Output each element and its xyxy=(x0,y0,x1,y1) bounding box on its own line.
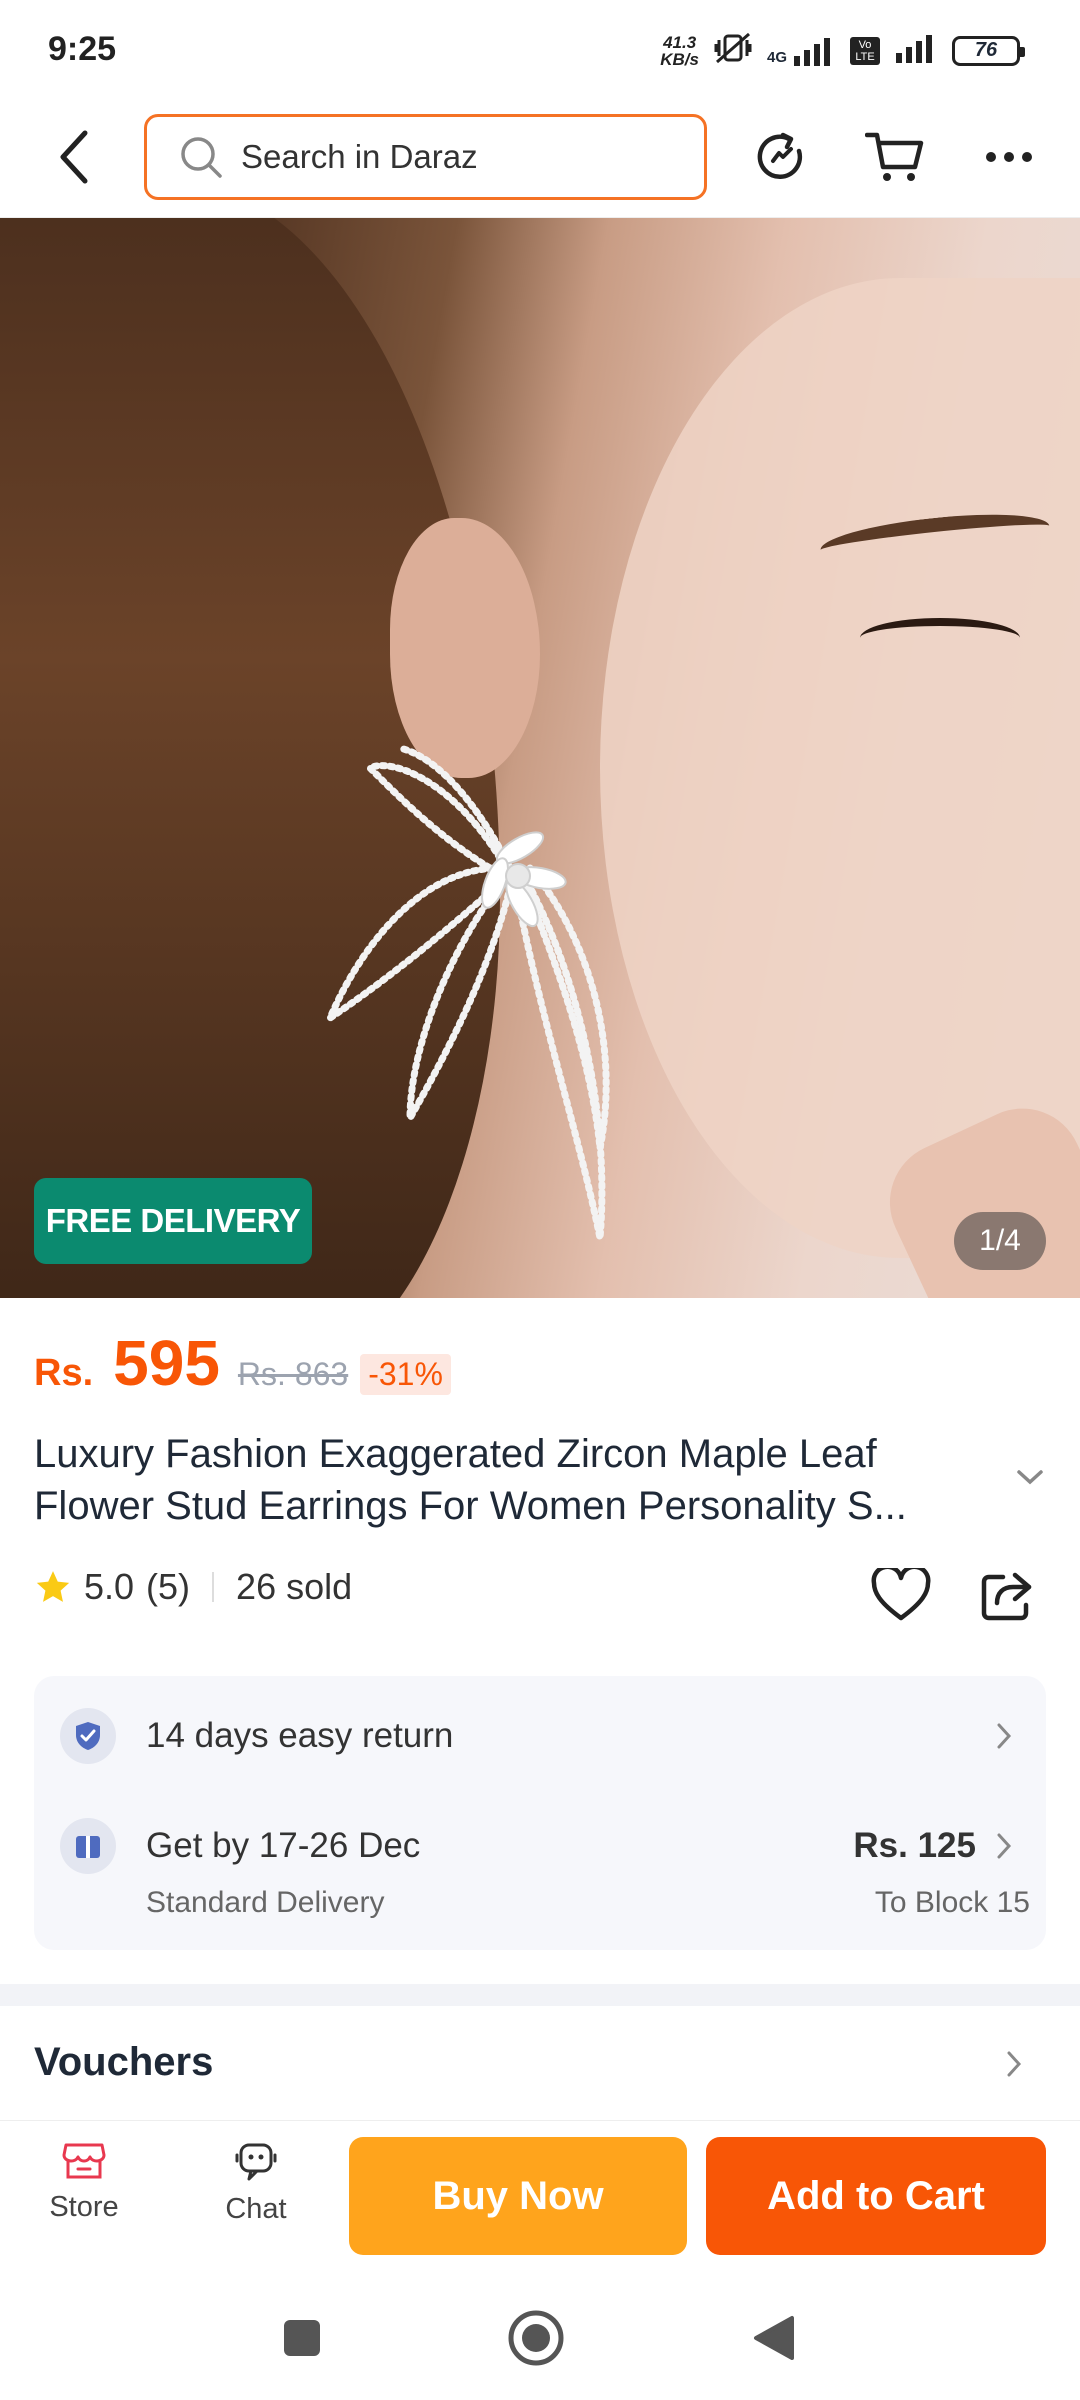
shield-check-icon xyxy=(60,1708,116,1764)
chevron-right-icon xyxy=(996,1832,1012,1865)
heart-icon xyxy=(871,1568,931,1621)
cart-icon xyxy=(865,132,924,181)
image-counter: 1/4 xyxy=(954,1212,1046,1270)
back-nav-button[interactable] xyxy=(744,2308,804,2368)
rating-divider xyxy=(212,1572,215,1602)
delivery-date: Get by 17-26 Dec xyxy=(146,1826,421,1865)
product-title[interactable]: Luxury Fashion Exaggerated Zircon Maple … xyxy=(34,1428,1014,1532)
signal-4g-icon: 4G xyxy=(767,36,836,66)
star-icon xyxy=(36,1571,70,1602)
chat-button[interactable]: Chat xyxy=(196,2141,316,2226)
discount-badge: -31% xyxy=(360,1354,451,1395)
vouchers-chevron-icon[interactable] xyxy=(1006,2050,1022,2083)
square-icon xyxy=(284,2320,320,2356)
signal-icon xyxy=(894,33,938,68)
product-title-line2: Flower Stud Earrings For Women Personali… xyxy=(34,1484,907,1528)
delivery-type: Standard Delivery xyxy=(146,1886,385,1919)
delivery-row[interactable]: Get by 17-26 Dec Standard Delivery Rs. 1… xyxy=(60,1818,1030,1928)
circle-icon xyxy=(508,2310,564,2366)
rating-value: 5.0 xyxy=(84,1566,135,1607)
more-icon xyxy=(986,152,1032,162)
status-time: 9:25 xyxy=(48,30,117,68)
store-label: Store xyxy=(49,2191,119,2223)
rating-row[interactable]: 5.0 (5) 26 sold xyxy=(34,1566,352,1608)
network-speed-value: 41.3 xyxy=(663,32,697,52)
home-button[interactable] xyxy=(506,2308,566,2368)
system-nav-bar xyxy=(0,2268,1080,2400)
battery-icon: 76 xyxy=(952,35,1025,66)
search-placeholder: Search in Daraz xyxy=(241,138,478,175)
recent-apps-button[interactable] xyxy=(272,2308,332,2368)
store-button[interactable]: Store xyxy=(24,2141,144,2224)
buy-now-button[interactable]: Buy Now xyxy=(349,2137,687,2255)
volte-icon: Vo LTE xyxy=(850,36,880,65)
delivery-box-icon xyxy=(60,1818,116,1874)
search-icon xyxy=(181,137,222,178)
return-policy-row[interactable]: 14 days easy return xyxy=(60,1708,1030,1768)
share-button[interactable] xyxy=(972,1560,1042,1630)
network-speed-unit: KB/s xyxy=(660,49,699,69)
chevron-down-icon xyxy=(1017,1470,1043,1485)
delivery-destination: To Block 15 xyxy=(874,1886,1030,1919)
refresh-icon xyxy=(757,132,803,180)
wishlist-button[interactable] xyxy=(866,1560,936,1630)
back-arrow-icon xyxy=(60,130,88,184)
status-bar: 9:25 41.3 KB/s 4G Vo LTE 76 xyxy=(0,0,1080,100)
delivery-fee: Rs. 125 xyxy=(853,1826,976,1865)
store-icon xyxy=(62,2143,106,2179)
service-info-card: 14 days easy return Get by 17-26 Dec Sta… xyxy=(34,1676,1046,1950)
vouchers-heading[interactable]: Vouchers xyxy=(34,2040,213,2085)
cart-button[interactable] xyxy=(858,120,932,194)
section-divider xyxy=(0,1984,1080,2006)
add-to-cart-button[interactable]: Add to Cart xyxy=(706,2137,1046,2255)
search-input[interactable]: Search in Daraz xyxy=(144,114,707,200)
more-options-button[interactable] xyxy=(972,120,1046,194)
product-image[interactable]: FREE DELIVERY 1/4 xyxy=(0,218,1080,1298)
network-speed: 41.3 KB/s xyxy=(660,34,699,68)
vibrate-off-icon xyxy=(713,30,753,71)
network-type-label: 4G xyxy=(766,48,787,66)
chevron-right-icon xyxy=(996,1722,1012,1755)
image-eye xyxy=(860,618,1020,658)
bottom-action-bar: Store Chat Buy Now Add to Cart xyxy=(0,2120,1080,2268)
sold-count: 26 sold xyxy=(236,1566,353,1607)
price-row: Rs. 595 Rs. 863 -31% xyxy=(34,1326,451,1400)
status-icons: 41.3 KB/s 4G Vo LTE 76 xyxy=(660,30,1025,71)
refresh-button[interactable] xyxy=(744,120,818,194)
price-value: 595 xyxy=(113,1327,220,1399)
chat-label: Chat xyxy=(225,2193,287,2225)
chat-icon xyxy=(235,2143,277,2181)
back-button[interactable] xyxy=(44,122,104,192)
top-nav: Search in Daraz xyxy=(0,100,1080,218)
price-currency: Rs. xyxy=(34,1352,94,1394)
original-price: Rs. 863 xyxy=(237,1356,349,1392)
earring-image xyxy=(322,744,610,1239)
triangle-back-icon xyxy=(754,2316,794,2360)
return-policy-text: 14 days easy return xyxy=(146,1716,454,1755)
share-icon xyxy=(981,1572,1032,1621)
rating-count: (5) xyxy=(146,1566,191,1607)
expand-title-button[interactable] xyxy=(1016,1468,1044,1491)
product-title-line1: Luxury Fashion Exaggerated Zircon Maple … xyxy=(34,1432,877,1476)
free-delivery-badge: FREE DELIVERY xyxy=(34,1178,312,1264)
